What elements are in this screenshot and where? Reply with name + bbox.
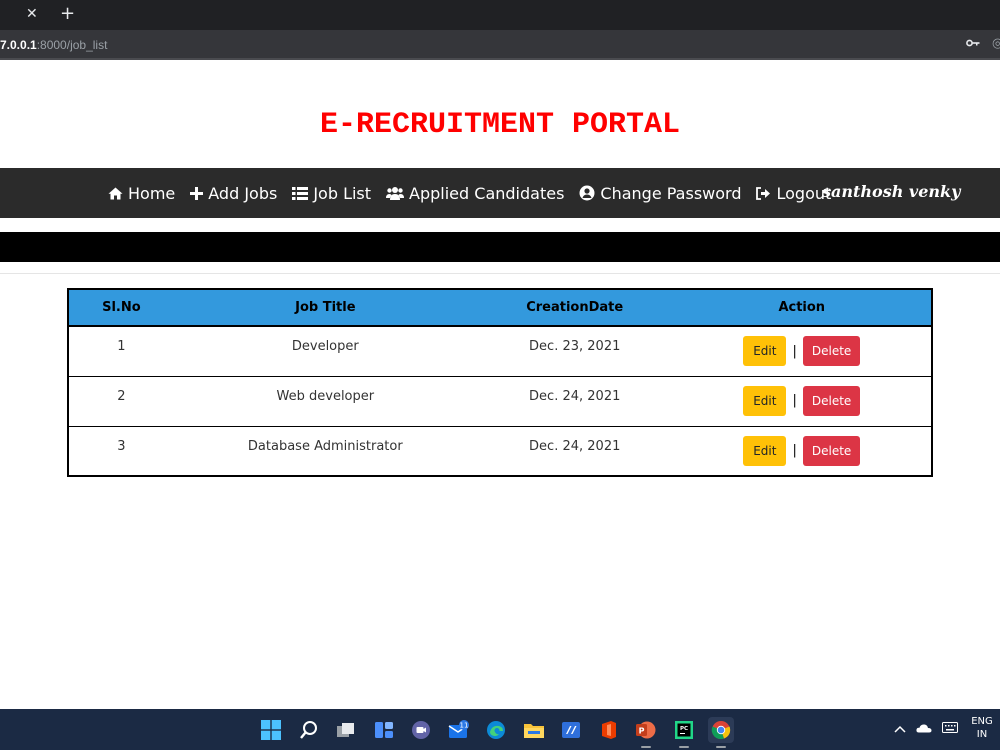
svg-text:P: P — [639, 727, 645, 736]
user-circle-icon — [579, 185, 595, 201]
nav-job-list[interactable]: Job List — [292, 184, 371, 203]
chrome-icon[interactable] — [708, 717, 734, 748]
logout-icon — [756, 186, 771, 200]
cell-sl-no: 3 — [68, 426, 174, 477]
svg-text:PC: PC — [680, 726, 688, 732]
list-icon — [292, 186, 309, 200]
taskbar: 11 P PC — [0, 709, 1000, 750]
nav-change-password[interactable]: Change Password — [579, 184, 741, 203]
language-indicator[interactable]: ENG IN — [968, 715, 996, 741]
table-row: 2 Web developer Dec. 24, 2021 Edit | Del… — [68, 376, 932, 427]
task-view-icon[interactable] — [333, 717, 359, 743]
edit-button[interactable]: Edit — [743, 385, 787, 416]
close-tab-icon[interactable]: ✕ — [26, 6, 38, 22]
edge-browser-icon[interactable] — [483, 717, 509, 743]
plus-icon — [190, 186, 204, 200]
nav-add-jobs-label: Add Jobs — [208, 183, 278, 203]
keyboard-icon[interactable] — [942, 722, 958, 736]
widgets-icon[interactable] — [371, 717, 397, 743]
cell-sl-no: 2 — [68, 376, 174, 427]
search-icon[interactable] — [296, 717, 322, 743]
key-icon[interactable] — [966, 37, 980, 51]
system-tray — [894, 722, 968, 736]
teams-chat-icon[interactable] — [408, 717, 434, 743]
header-job-title: Job Title — [173, 289, 477, 327]
action-separator: | — [792, 393, 797, 408]
cell-job-title: Web developer — [173, 376, 477, 427]
table-header-row: Sl.No Job Title CreationDate Action — [68, 289, 932, 327]
cell-action: Edit | Delete — [672, 376, 932, 427]
job-list-table: Sl.No Job Title CreationDate Action 1 De… — [67, 288, 933, 477]
edit-button[interactable]: Edit — [743, 336, 787, 366]
nav-home[interactable]: Home — [108, 184, 175, 203]
powerpoint-icon[interactable]: P — [633, 717, 659, 748]
language-code: ENG — [971, 716, 993, 727]
nav-add-jobs[interactable]: Add Jobs — [190, 184, 277, 203]
table-row: 3 Database Administrator Dec. 24, 2021 E… — [68, 426, 932, 477]
page-title: E-RECRUITMENT PORTAL — [319, 108, 681, 142]
header-sl-no: Sl.No — [68, 289, 174, 327]
action-separator: | — [792, 443, 797, 458]
nav-applied-candidates[interactable]: Applied Candidates — [386, 184, 564, 203]
table-row: 1 Developer Dec. 23, 2021 Edit | Delete — [68, 326, 932, 377]
cell-creation-date: Dec. 24, 2021 — [476, 376, 673, 427]
url-text[interactable]: 7.0.0.1:8000/job_list — [0, 38, 107, 52]
cell-job-title: Developer — [173, 326, 477, 377]
new-tab-icon[interactable]: + — [60, 3, 75, 24]
mail-badge: 11 — [459, 722, 468, 730]
delete-button[interactable]: Delete — [802, 336, 861, 366]
edit-button[interactable]: Edit — [743, 435, 787, 466]
address-bar[interactable]: 7.0.0.1:8000/job_list ◎ — [0, 30, 1000, 60]
region-code: IN — [976, 729, 988, 740]
delete-button[interactable]: Delete — [802, 385, 861, 416]
action-separator: | — [792, 343, 797, 359]
chevron-up-icon[interactable] — [894, 722, 906, 736]
home-icon — [108, 187, 123, 200]
onedrive-cloud-icon[interactable] — [916, 722, 932, 736]
users-icon — [386, 186, 405, 200]
cell-action: Edit | Delete — [672, 326, 932, 377]
cell-job-title: Database Administrator — [173, 426, 477, 477]
browser-tab-bar: ✕ + — [0, 0, 1000, 30]
cell-creation-date: Dec. 24, 2021 — [476, 426, 673, 477]
windows-start-icon[interactable] — [258, 717, 284, 743]
cell-creation-date: Dec. 23, 2021 — [476, 326, 673, 377]
nav-change-password-label: Change Password — [600, 183, 742, 203]
pycharm-icon[interactable]: PC — [671, 717, 697, 748]
url-path: :8000/job_list — [36, 38, 108, 52]
nav-home-label: Home — [128, 183, 176, 203]
url-host: 7.0.0.1 — [0, 38, 37, 52]
nav-job-list-label: Job List — [313, 183, 372, 203]
logged-in-user: santhosh venky — [822, 182, 961, 201]
delete-button[interactable]: Delete — [802, 435, 861, 466]
code-editor-icon[interactable] — [558, 717, 584, 743]
nav-logout[interactable]: Logout — [756, 184, 831, 203]
cell-sl-no: 1 — [68, 326, 174, 377]
nav-applied-candidates-label: Applied Candidates — [409, 183, 565, 203]
header-creation-date: CreationDate — [476, 289, 673, 327]
divider — [0, 273, 1000, 274]
office-icon[interactable] — [596, 717, 622, 743]
file-explorer-icon[interactable] — [521, 717, 547, 743]
black-banner — [0, 232, 1000, 262]
cell-action: Edit | Delete — [672, 426, 932, 477]
header-action: Action — [672, 289, 932, 327]
mail-icon[interactable]: 11 — [446, 717, 472, 743]
profile-icon[interactable]: ◎ — [992, 36, 1000, 51]
navbar: Home Add Jobs Job List Applied Candidate… — [0, 168, 1000, 218]
